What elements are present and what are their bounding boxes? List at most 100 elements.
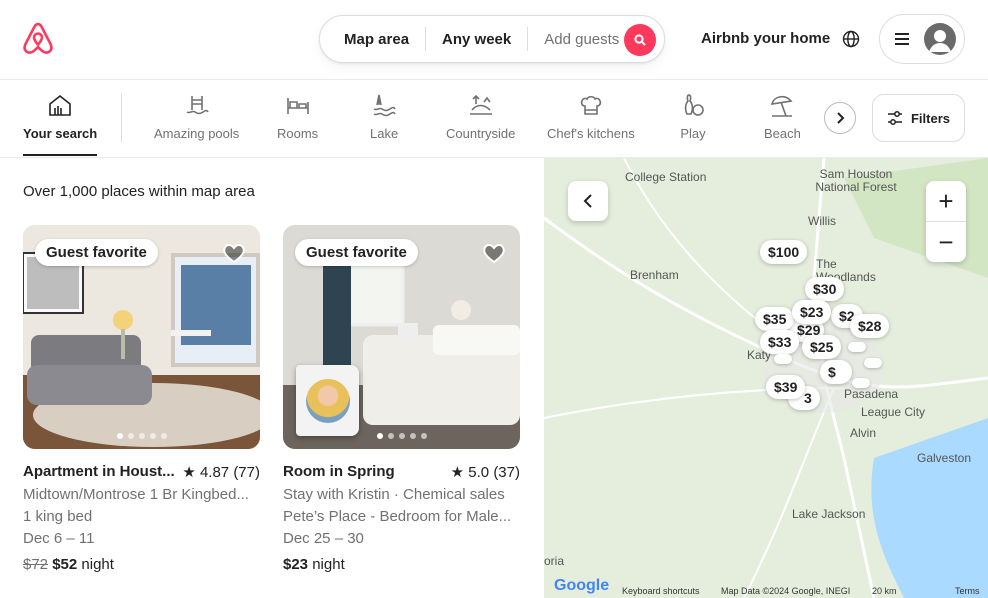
active-underline — [23, 154, 98, 156]
map-place-label: League City — [861, 405, 926, 419]
countryside-icon — [469, 94, 492, 115]
category-bar: Your search Amazing pools Rooms Lake Cou… — [0, 80, 988, 158]
host-link[interactable]: Airbnb your home — [701, 30, 830, 47]
bed-icon — [286, 98, 309, 114]
category-label: Rooms — [277, 126, 319, 141]
keyboard-shortcuts-link[interactable]: Keyboard shortcuts — [622, 586, 700, 596]
map-place-label: Brenham — [630, 268, 679, 282]
listing-rating: ★ 5.0 (37) — [450, 464, 520, 481]
chef-hat-icon — [580, 95, 602, 115]
category-label: Your search — [23, 126, 98, 141]
map-place-label: Pasadena — [844, 387, 899, 401]
google-logo: Google — [554, 577, 610, 594]
listing-card[interactable]: Guest favorite Room in Spring ★ 5.0 (37)… — [283, 225, 520, 573]
search-where[interactable]: Map area — [320, 31, 425, 48]
host-avatar — [296, 365, 359, 436]
user-menu-button[interactable] — [879, 14, 965, 64]
guest-favorite-badge: Guest favorite — [295, 239, 418, 266]
price-pin[interactable]: $23 — [792, 300, 832, 324]
map-pin-dot[interactable] — [848, 342, 866, 352]
guest-favorite-badge: Guest favorite — [35, 239, 158, 266]
search-who[interactable]: Add guests — [528, 31, 635, 48]
price-pin[interactable]: $30 — [805, 277, 845, 301]
map-attribution: Google Keyboard shortcuts Map Data ©2024… — [544, 577, 988, 598]
map-pin-dot[interactable] — [864, 358, 882, 368]
listing-description: Midtown/Montrose 1 Br Kingbed... — [23, 486, 249, 503]
price-pin[interactable]: $25 — [802, 335, 842, 359]
search-icon — [634, 34, 646, 46]
zoom-out-button[interactable]: − — [926, 222, 966, 262]
collapse-map-button[interactable] — [568, 181, 608, 221]
listing-dates: Dec 6 – 11 — [23, 530, 95, 547]
zoom-in-button[interactable]: + — [926, 181, 966, 221]
category-countryside[interactable]: Countryside — [446, 92, 515, 141]
chevron-right-icon — [837, 112, 845, 124]
category-beach[interactable]: Beach — [764, 92, 801, 141]
price-pin[interactable]: $100 — [760, 240, 808, 264]
chevron-left-icon — [583, 194, 592, 208]
price-pin[interactable]: $33 — [760, 330, 800, 354]
category-play[interactable]: Play — [680, 92, 706, 141]
heart-icon[interactable] — [482, 241, 506, 265]
search-button[interactable] — [624, 24, 656, 56]
category-label: Play — [680, 126, 706, 141]
map-background — [544, 158, 988, 598]
terms-link[interactable]: Terms — [955, 586, 980, 596]
map-data-text: Map Data ©2024 Google, INEGI — [721, 586, 851, 596]
photo-pagination — [283, 433, 520, 439]
home-search-icon — [49, 94, 71, 116]
category-lake[interactable]: Lake — [370, 92, 398, 141]
map-pin-dot[interactable] — [774, 354, 792, 364]
category-amazing-pools[interactable]: Amazing pools — [154, 92, 239, 141]
search-bar[interactable]: Map area Any week Add guests — [319, 15, 665, 63]
menu-icon — [895, 33, 909, 45]
search-when[interactable]: Any week — [426, 31, 527, 48]
listing-photo[interactable]: Guest favorite — [23, 225, 260, 449]
category-label: Countryside — [446, 126, 516, 141]
listing-title-row: Room in Spring ★ 5.0 (37) — [283, 463, 520, 481]
filters-label: Filters — [910, 110, 950, 126]
map-place-label: Alvin — [850, 426, 877, 440]
listing-dates: Dec 25 – 30 — [283, 530, 364, 547]
price-pin[interactable]: $35 — [755, 307, 795, 331]
category-label: Beach — [764, 126, 801, 141]
price-pin[interactable]: $39 — [766, 375, 806, 399]
price-unit: night — [81, 556, 114, 573]
categories-next-button[interactable] — [824, 102, 856, 134]
price-pin[interactable]: $28 — [850, 314, 890, 338]
lake-icon — [373, 94, 396, 117]
heart-icon[interactable] — [222, 241, 246, 265]
listing-beds: 1 king bed — [23, 508, 93, 525]
current-price: $52 — [52, 556, 78, 573]
current-price: $23 — [283, 556, 309, 573]
listing-rating: ★ 4.87 (77) — [182, 464, 260, 481]
category-your-search[interactable]: Your search — [23, 92, 98, 156]
listing-title-row: Apartment in Houst... ★ 4.87 (77) — [23, 463, 260, 481]
listing-card[interactable]: Guest favorite Apartment in Houst... ★ 4… — [23, 225, 260, 573]
avatar — [924, 23, 956, 55]
bowling-icon — [684, 94, 704, 116]
map-place-label: College Station — [625, 170, 707, 184]
pool-icon — [186, 96, 209, 115]
listing-photo[interactable]: Guest favorite — [283, 225, 520, 449]
header: Map area Any week Add guests Airbnb your… — [0, 0, 988, 80]
map-place-label: Galveston — [917, 451, 972, 465]
category-chefs-kitchens[interactable]: Chef's kitchens — [547, 92, 635, 141]
listing-title: Room in Spring — [283, 463, 395, 480]
scale-text: 20 km — [872, 586, 897, 596]
map-place-label: Lake Jackson — [792, 507, 866, 521]
listing-price: $23 night — [283, 556, 520, 573]
map-place-label: Sam Houston National Forest — [815, 167, 897, 194]
map[interactable]: + − College Station Sam Houston National… — [544, 158, 988, 598]
map-pin-dot[interactable] — [852, 378, 870, 388]
category-label: Amazing pools — [154, 126, 240, 141]
filters-button[interactable]: Filters — [872, 94, 965, 142]
photo-pagination — [23, 433, 260, 439]
price-pin[interactable]: $ — [820, 360, 852, 384]
globe-icon[interactable] — [842, 30, 860, 48]
results-count: Over 1,000 places within map area — [23, 183, 255, 200]
listing-title: Apartment in Houst... — [23, 463, 175, 480]
category-rooms[interactable]: Rooms — [277, 92, 318, 141]
airbnb-logo-icon[interactable] — [22, 22, 54, 56]
listing-host-info: Stay with Kristin · Chemical sales — [283, 486, 505, 503]
